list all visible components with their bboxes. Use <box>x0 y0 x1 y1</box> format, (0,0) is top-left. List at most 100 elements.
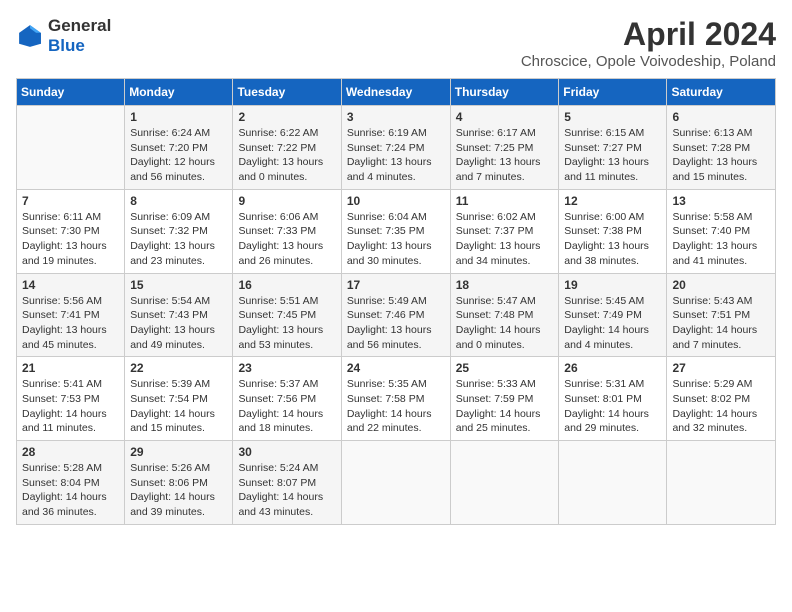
day-info: Sunrise: 5:39 AMSunset: 7:54 PMDaylight:… <box>130 377 227 436</box>
day-number: 19 <box>564 278 661 292</box>
day-number: 24 <box>347 361 445 375</box>
weekday-header-saturday: Saturday <box>667 79 776 106</box>
calendar-cell: 26 Sunrise: 5:31 AMSunset: 8:01 PMDayligh… <box>559 357 667 441</box>
day-number: 5 <box>564 110 661 124</box>
day-info: Sunrise: 5:29 AMSunset: 8:02 PMDaylight:… <box>672 377 770 436</box>
calendar-cell: 17 Sunrise: 5:49 AMSunset: 7:46 PMDayligh… <box>341 273 450 357</box>
day-number: 9 <box>238 194 335 208</box>
day-info: Sunrise: 5:47 AMSunset: 7:48 PMDaylight:… <box>456 294 554 353</box>
calendar-cell: 4Sunrise: 6:17 AMSunset: 7:25 PMDaylight… <box>450 106 559 190</box>
day-info: Sunrise: 5:31 AMSunset: 8:01 PMDaylight:… <box>564 377 661 436</box>
day-info: Sunrise: 6:13 AMSunset: 7:28 PMDaylight:… <box>672 126 770 185</box>
weekday-header-row: SundayMondayTuesdayWednesdayThursdayFrid… <box>17 79 776 106</box>
calendar-cell: 10 Sunrise: 6:04 AMSunset: 7:35 PMDayligh… <box>341 189 450 273</box>
calendar-cell: 18 Sunrise: 5:47 AMSunset: 7:48 PMDayligh… <box>450 273 559 357</box>
day-number: 8 <box>130 194 227 208</box>
day-info: Sunrise: 5:49 AMSunset: 7:46 PMDaylight:… <box>347 294 445 353</box>
calendar-cell <box>341 441 450 525</box>
calendar-cell: 3 Sunrise: 6:19 AMSunset: 7:24 PMDaylight… <box>341 106 450 190</box>
calendar-cell: 8 Sunrise: 6:09 AMSunset: 7:32 PMDaylight… <box>125 189 233 273</box>
weekday-header-thursday: Thursday <box>450 79 559 106</box>
calendar-cell <box>559 441 667 525</box>
calendar-cell <box>667 441 776 525</box>
calendar-cell: 14 Sunrise: 5:56 AMSunset: 7:41 PMDayligh… <box>17 273 125 357</box>
day-info: Sunrise: 5:26 AMSunset: 8:06 PMDaylight:… <box>130 461 227 520</box>
calendar-cell: 24 Sunrise: 5:35 AMSunset: 7:58 PMDayligh… <box>341 357 450 441</box>
weekday-header-sunday: Sunday <box>17 79 125 106</box>
page-header: General Blue April 2024 Chroscice, Opole… <box>16 16 776 70</box>
calendar-table: SundayMondayTuesdayWednesdayThursdayFrid… <box>16 78 776 525</box>
calendar-cell: 30 Sunrise: 5:24 AMSunset: 8:07 PMDayligh… <box>233 441 341 525</box>
calendar-week-row: 1 Sunrise: 6:24 AMSunset: 7:20 PMDaylight… <box>17 106 776 190</box>
title-block: April 2024 Chroscice, Opole Voivodeship,… <box>521 16 776 70</box>
day-number: 23 <box>238 361 335 375</box>
calendar-cell: 12 Sunrise: 6:00 AMSunset: 7:38 PMDayligh… <box>559 189 667 273</box>
day-info: Sunrise: 6:02 AMSunset: 7:37 PMDaylight:… <box>456 210 554 269</box>
day-info: Sunrise: 6:17 AMSunset: 7:25 PMDaylight:… <box>456 126 554 185</box>
day-number: 10 <box>347 194 445 208</box>
day-number: 25 <box>456 361 554 375</box>
general-blue-icon <box>16 22 44 50</box>
day-number: 13 <box>672 194 770 208</box>
weekday-header-monday: Monday <box>125 79 233 106</box>
day-number: 3 <box>347 110 445 124</box>
day-info: Sunrise: 6:00 AMSunset: 7:38 PMDaylight:… <box>564 210 661 269</box>
day-info: Sunrise: 5:54 AMSunset: 7:43 PMDaylight:… <box>130 294 227 353</box>
day-number: 18 <box>456 278 554 292</box>
calendar-week-row: 21 Sunrise: 5:41 AMSunset: 7:53 PMDayligh… <box>17 357 776 441</box>
day-number: 21 <box>22 361 119 375</box>
day-number: 14 <box>22 278 119 292</box>
day-info: Sunrise: 6:15 AMSunset: 7:27 PMDaylight:… <box>564 126 661 185</box>
calendar-cell: 9Sunrise: 6:06 AMSunset: 7:33 PMDaylight… <box>233 189 341 273</box>
day-number: 2 <box>238 110 335 124</box>
calendar-week-row: 28 Sunrise: 5:28 AMSunset: 8:04 PMDayligh… <box>17 441 776 525</box>
day-number: 15 <box>130 278 227 292</box>
calendar-cell: 22 Sunrise: 5:39 AMSunset: 7:54 PMDayligh… <box>125 357 233 441</box>
day-number: 6 <box>672 110 770 124</box>
day-info: Sunrise: 6:04 AMSunset: 7:35 PMDaylight:… <box>347 210 445 269</box>
day-info: Sunrise: 6:19 AMSunset: 7:24 PMDaylight:… <box>347 126 445 185</box>
day-number: 27 <box>672 361 770 375</box>
day-number: 30 <box>238 445 335 459</box>
calendar-cell: 13 Sunrise: 5:58 AMSunset: 7:40 PMDayligh… <box>667 189 776 273</box>
day-info: Sunrise: 5:41 AMSunset: 7:53 PMDaylight:… <box>22 377 119 436</box>
day-number: 11 <box>456 194 554 208</box>
logo-text: General Blue <box>48 16 111 55</box>
day-info: Sunrise: 6:09 AMSunset: 7:32 PMDaylight:… <box>130 210 227 269</box>
calendar-cell: 1 Sunrise: 6:24 AMSunset: 7:20 PMDaylight… <box>125 106 233 190</box>
calendar-cell: 5 Sunrise: 6:15 AMSunset: 7:27 PMDaylight… <box>559 106 667 190</box>
day-info: Sunrise: 6:11 AMSunset: 7:30 PMDaylight:… <box>22 210 119 269</box>
calendar-cell: 27 Sunrise: 5:29 AMSunset: 8:02 PMDayligh… <box>667 357 776 441</box>
day-info: Sunrise: 6:22 AMSunset: 7:22 PMDaylight:… <box>238 126 335 185</box>
day-info: Sunrise: 5:58 AMSunset: 7:40 PMDaylight:… <box>672 210 770 269</box>
calendar-cell: 25 Sunrise: 5:33 AMSunset: 7:59 PMDayligh… <box>450 357 559 441</box>
day-info: Sunrise: 5:56 AMSunset: 7:41 PMDaylight:… <box>22 294 119 353</box>
calendar-cell: 23Sunrise: 5:37 AMSunset: 7:56 PMDayligh… <box>233 357 341 441</box>
day-number: 17 <box>347 278 445 292</box>
day-number: 12 <box>564 194 661 208</box>
day-info: Sunrise: 6:24 AMSunset: 7:20 PMDaylight:… <box>130 126 227 185</box>
day-number: 26 <box>564 361 661 375</box>
day-number: 16 <box>238 278 335 292</box>
day-number: 28 <box>22 445 119 459</box>
calendar-cell: 7Sunrise: 6:11 AMSunset: 7:30 PMDaylight… <box>17 189 125 273</box>
day-info: Sunrise: 5:28 AMSunset: 8:04 PMDaylight:… <box>22 461 119 520</box>
calendar-week-row: 14 Sunrise: 5:56 AMSunset: 7:41 PMDayligh… <box>17 273 776 357</box>
calendar-cell: 29 Sunrise: 5:26 AMSunset: 8:06 PMDayligh… <box>125 441 233 525</box>
day-info: Sunrise: 5:24 AMSunset: 8:07 PMDaylight:… <box>238 461 335 520</box>
calendar-cell <box>17 106 125 190</box>
day-info: Sunrise: 5:35 AMSunset: 7:58 PMDaylight:… <box>347 377 445 436</box>
weekday-header-tuesday: Tuesday <box>233 79 341 106</box>
location-subtitle: Chroscice, Opole Voivodeship, Poland <box>521 53 776 70</box>
day-number: 1 <box>130 110 227 124</box>
calendar-cell: 19 Sunrise: 5:45 AMSunset: 7:49 PMDayligh… <box>559 273 667 357</box>
day-number: 22 <box>130 361 227 375</box>
calendar-cell: 15 Sunrise: 5:54 AMSunset: 7:43 PMDayligh… <box>125 273 233 357</box>
day-info: Sunrise: 5:43 AMSunset: 7:51 PMDaylight:… <box>672 294 770 353</box>
day-number: 29 <box>130 445 227 459</box>
day-info: Sunrise: 5:33 AMSunset: 7:59 PMDaylight:… <box>456 377 554 436</box>
month-year-heading: April 2024 <box>521 16 776 53</box>
day-info: Sunrise: 5:45 AMSunset: 7:49 PMDaylight:… <box>564 294 661 353</box>
calendar-cell <box>450 441 559 525</box>
logo-line1: General <box>48 16 111 36</box>
